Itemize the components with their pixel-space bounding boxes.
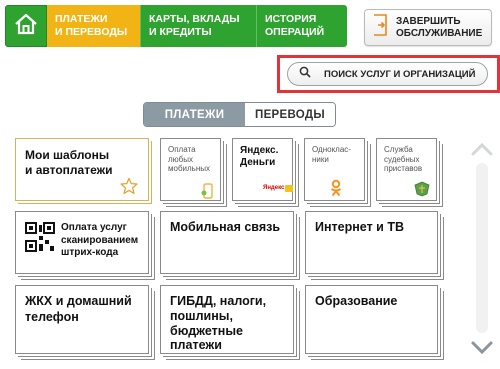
segment-payments[interactable]: ПЛАТЕЖИ <box>144 103 245 126</box>
chevron-up-icon <box>470 142 494 162</box>
mobile-payment-tile[interactable]: Оплата любых мобильных <box>160 138 221 201</box>
tab-cards-deposits-credits[interactable]: КАРТЫ, ВКЛАДЫ И КРЕДИТЫ <box>140 5 256 47</box>
education-tile[interactable]: Образование <box>305 285 438 354</box>
end-session-button[interactable]: ЗАВЕРШИТЬ ОБСЛУЖИВАНИЕ <box>364 9 492 46</box>
bailiffs-service-tile[interactable]: Служба судебных приставов <box>376 138 437 201</box>
scroll-track[interactable] <box>476 163 488 333</box>
mobile-connection-label: Мобильная связь <box>170 220 281 234</box>
internet-tv-tile[interactable]: Интернет и ТВ <box>305 211 438 274</box>
chevron-down-icon <box>470 341 494 361</box>
search-services-button[interactable]: ПОИСК УСЛУГ И ОРГАНИЗАЦИЙ <box>287 62 488 86</box>
mobile-payment-label: Оплата любых мобильных <box>168 145 211 174</box>
tab-operations-history[interactable]: ИСТОРИЯ ОПЕРАЦИЙ <box>256 5 347 47</box>
housing-utilities-tile[interactable]: ЖКХ и домашний телефон <box>15 285 149 354</box>
segment-transfers[interactable]: ПЕРЕВОДЫ <box>245 103 335 126</box>
traffic-police-taxes-label: ГИБДД, налоги, пошлины, бюджетные платеж… <box>170 294 267 353</box>
odnoklassniki-icon <box>329 179 343 202</box>
star-icon <box>120 177 138 200</box>
bailiffs-service-label: Служба судебных приставов <box>384 145 423 174</box>
internet-tv-label: Интернет и ТВ <box>315 220 404 234</box>
bailiffs-emblem-icon <box>413 181 431 202</box>
yandex-money-tile[interactable]: Яндекс. Деньги Яндекс <box>232 138 294 201</box>
yandex-money-icon: Яндекс <box>263 183 294 193</box>
payments-transfers-switch: ПЛАТЕЖИ ПЕРЕВОДЫ <box>143 102 336 127</box>
templates-tile-label: Мои шаблоны и автоплатежи <box>25 148 113 177</box>
exit-icon <box>373 14 387 41</box>
education-label: Образование <box>315 294 398 308</box>
search-label: ПОИСК УСЛУГ И ОРГАНИЗАЦИЙ <box>324 68 476 80</box>
qr-payment-tile[interactable]: Оплата услуг сканированием штрих-кода <box>15 211 149 274</box>
traffic-police-taxes-tile[interactable]: ГИБДД, налоги, пошлины, бюджетные платеж… <box>160 285 294 354</box>
search-icon <box>299 65 311 83</box>
end-session-label: ЗАВЕРШИТЬ ОБСЛУЖИВАНИЕ <box>396 15 483 39</box>
phone-icon <box>201 183 215 204</box>
housing-utilities-label: ЖКХ и домашний телефон <box>25 294 132 324</box>
odnoklassniki-tile[interactable]: Одноклас- ники <box>304 138 365 201</box>
templates-autopayments-tile[interactable]: Мои шаблоны и автоплатежи <box>15 138 149 201</box>
qr-payment-label: Оплата услуг сканированием штрих-кода <box>61 222 139 258</box>
home-button[interactable] <box>5 5 47 47</box>
main-nav: ПЛАТЕЖИ И ПЕРЕВОДЫ КАРТЫ, ВКЛАДЫ И КРЕДИ… <box>5 5 347 47</box>
odnoklassniki-label: Одноклас- ники <box>312 145 351 164</box>
home-icon <box>13 12 39 41</box>
scroll-up-button[interactable] <box>470 140 494 158</box>
yandex-money-label: Яндекс. Деньги <box>240 145 279 168</box>
scroll-down-button[interactable] <box>470 339 494 357</box>
qr-code-icon <box>25 222 55 257</box>
search-highlight-frame: ПОИСК УСЛУГ И ОРГАНИЗАЦИЙ <box>277 55 500 93</box>
yandex-logo-text: Яндекс <box>263 185 285 191</box>
mobile-connection-tile[interactable]: Мобильная связь <box>160 211 294 274</box>
tab-payments-transfers[interactable]: ПЛАТЕЖИ И ПЕРЕВОДЫ <box>47 5 140 47</box>
